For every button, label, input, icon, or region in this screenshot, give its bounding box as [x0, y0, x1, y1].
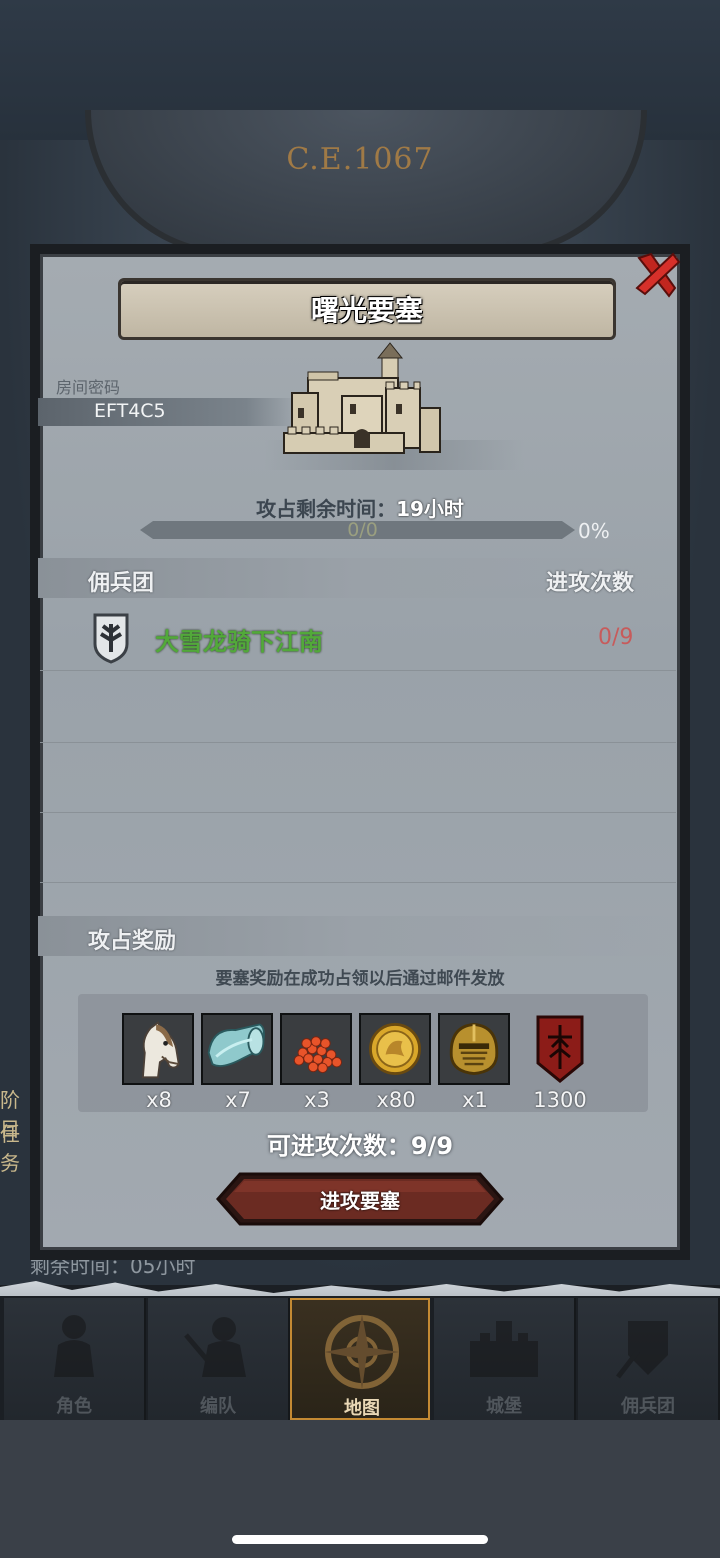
- guild-name: 大雪龙骑下江南: [155, 628, 323, 656]
- mercenary-header: 佣兵团: [88, 571, 155, 596]
- nav-castle[interactable]: 城堡: [434, 1298, 576, 1420]
- reward-item-cloth[interactable]: [201, 1013, 273, 1085]
- home-indicator[interactable]: [232, 1535, 488, 1544]
- nav-character[interactable]: 角色: [4, 1298, 146, 1420]
- close-icon: [635, 252, 681, 298]
- occupation-progress-text: 0/0: [347, 519, 378, 541]
- attack-count-header: 进攻次数: [546, 571, 635, 596]
- reward-qty: x1: [462, 1088, 488, 1112]
- rewards-note: 要塞奖励在成功占领以后通过邮件发放: [215, 969, 505, 989]
- reward-item-caviar[interactable]: [280, 1013, 352, 1085]
- castle-icon: [434, 1306, 574, 1386]
- nav-label: 角色: [56, 1396, 92, 1417]
- dialog-title-plate: 曙光要塞: [118, 278, 616, 340]
- mercenary-icon: [578, 1306, 718, 1386]
- cloth-roll-icon: [203, 1015, 271, 1083]
- occupation-progress-percent: 0%: [578, 519, 610, 543]
- attack-fortress-button[interactable]: 进攻要塞: [216, 1172, 504, 1226]
- remaining-time-label: 攻占剩余时间：: [256, 497, 397, 521]
- empty-guild-row: [40, 812, 676, 883]
- formation-icon: [148, 1306, 288, 1386]
- red-banner-icon[interactable]: [532, 1013, 588, 1085]
- fortress-castle-icon: [283, 342, 441, 454]
- reward-item-gold[interactable]: [359, 1013, 431, 1085]
- gold-coin-icon: [361, 1015, 429, 1083]
- knight-helmet-icon: [440, 1015, 508, 1083]
- background-task-strip: 阶目 任务: [0, 950, 30, 1210]
- nav-label: 佣兵团: [621, 1396, 675, 1417]
- guild-attack-count: 0/9: [598, 625, 634, 650]
- guild-shield-icon: [93, 613, 129, 664]
- compass-map-icon: [292, 1308, 432, 1390]
- remaining-time: 攻占剩余时间：19小时: [0, 493, 720, 522]
- reward-qty: x8: [146, 1088, 172, 1112]
- dialog-title: 曙光要塞: [310, 294, 423, 327]
- reward-qty: x3: [304, 1088, 330, 1112]
- rewards-header: 攻占奖励: [88, 929, 177, 954]
- close-button[interactable]: [628, 246, 686, 302]
- horse-icon: [124, 1015, 192, 1083]
- reward-qty: x7: [225, 1088, 251, 1112]
- room-password-label: 房间密码: [56, 378, 121, 397]
- room-code[interactable]: EFT4C5: [94, 400, 166, 422]
- room-code-bar: [38, 398, 298, 426]
- character-icon: [4, 1306, 144, 1386]
- guild-row[interactable]: [40, 606, 676, 671]
- nav-label: 城堡: [486, 1396, 522, 1417]
- nav-label: 地图: [344, 1398, 380, 1419]
- era-dial: [85, 110, 647, 256]
- reward-item-horse[interactable]: [122, 1013, 194, 1085]
- remaining-time-value: 19小时: [396, 497, 464, 521]
- reward-qty: 1300: [533, 1088, 587, 1112]
- available-attacks: 可进攻次数：9/9: [266, 1132, 454, 1160]
- caviar-icon: [282, 1015, 350, 1083]
- empty-guild-row: [40, 742, 676, 813]
- nav-map[interactable]: 地图: [290, 1298, 430, 1420]
- reward-item-helmet[interactable]: [438, 1013, 510, 1085]
- nav-label: 编队: [200, 1396, 236, 1417]
- era-label: C.E.1067: [286, 142, 434, 177]
- empty-guild-row: [40, 672, 676, 743]
- nav-mercenary[interactable]: 佣兵团: [578, 1298, 720, 1420]
- nav-formation[interactable]: 编队: [148, 1298, 290, 1420]
- reward-qty: x80: [376, 1088, 416, 1112]
